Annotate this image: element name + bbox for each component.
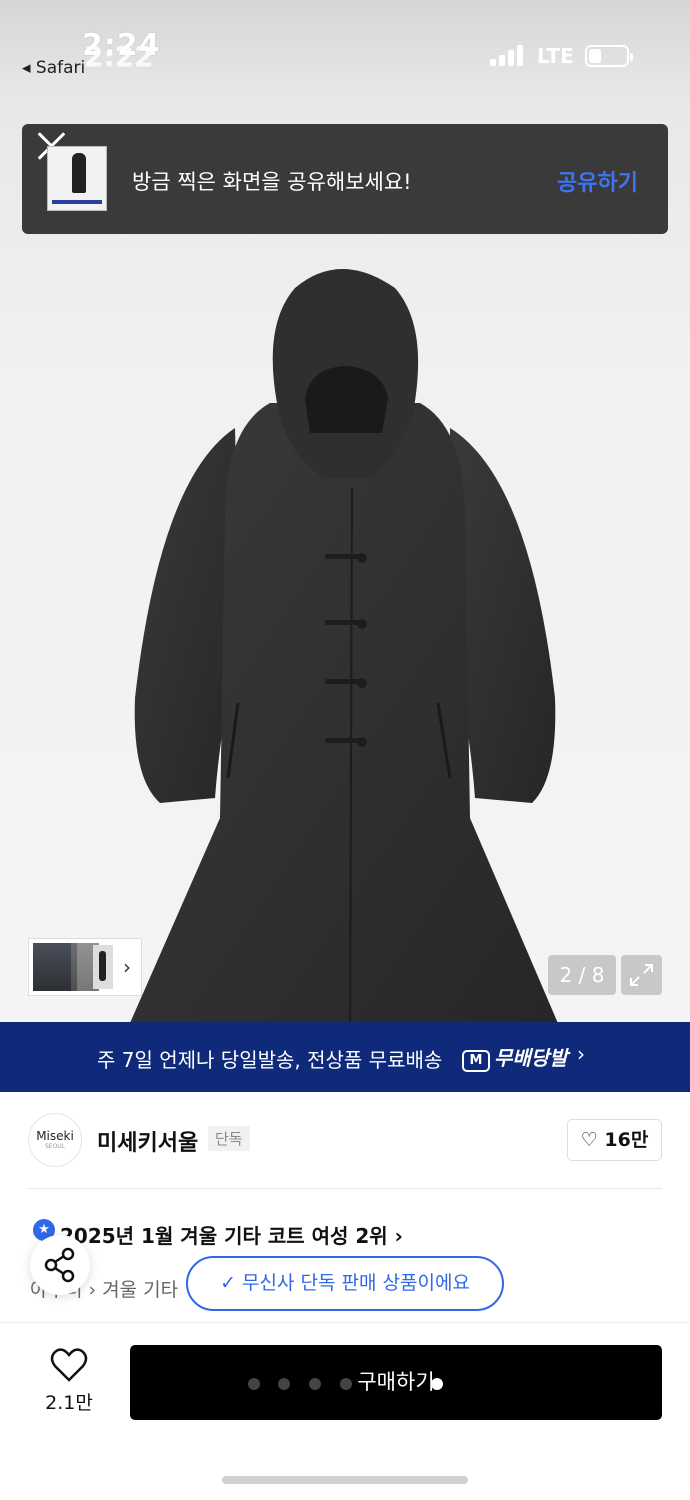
exclusive-toast: ✓ 무신사 단독 판매 상품이에요 — [186, 1256, 504, 1311]
wishlist-count: 2.1만 — [45, 1392, 93, 1414]
delivery-truck-icon: M — [462, 1050, 490, 1072]
brand-name[interactable]: 미세키서울 — [97, 1125, 198, 1157]
thumbnail-strip[interactable]: › — [28, 938, 142, 996]
brand-logo-text: Miseki — [36, 1129, 74, 1143]
chevron-right-icon: › — [577, 1042, 585, 1066]
ranking-link[interactable]: 2025년 1월 겨울 기타 코트 여성 2위 › — [60, 1220, 403, 1249]
back-to-safari-link[interactable]: ◂ Safari — [22, 58, 85, 78]
delivery-badge-label: 무배당발 — [494, 1046, 568, 1070]
share-button[interactable]: 공유하기 — [557, 165, 638, 197]
status-time-overlay: 2:22 — [84, 40, 154, 73]
expand-icon — [630, 964, 653, 986]
delivery-text: 주 7일 언제나 당일발송, 전상품 무료배송 — [97, 1048, 443, 1072]
brand-like-button[interactable]: ♡ 16만 — [567, 1119, 662, 1161]
screenshot-share-banner: 방금 찍은 화면을 공유해보세요! 공유하기 — [22, 124, 668, 234]
brand-logo-sub: SEOUL — [44, 1143, 66, 1150]
brand-like-count: 16만 — [604, 1129, 649, 1151]
divider — [28, 1188, 662, 1189]
share-floating-button[interactable] — [30, 1235, 90, 1295]
banner-message: 방금 찍은 화면을 공유해보세요! — [132, 170, 412, 194]
network-type: LTE — [537, 44, 574, 68]
brand-logo[interactable]: Miseki SEOUL — [28, 1113, 82, 1167]
delivery-promo-bar[interactable]: 주 7일 언제나 당일발송, 전상품 무료배송 M 무배당발 › — [0, 1022, 690, 1092]
image-counter: 2 / 8 — [548, 955, 616, 995]
chevron-right-icon: › — [123, 955, 131, 979]
battery-icon — [585, 45, 633, 67]
share-icon — [44, 1247, 75, 1283]
cellular-signal-icon — [490, 44, 526, 66]
status-bar: 2:24 2:22 ◂ Safari LTE — [0, 0, 690, 100]
heart-icon[interactable] — [50, 1347, 88, 1383]
exclusive-badge: 단독 — [208, 1126, 250, 1151]
screenshot-thumbnail[interactable] — [47, 146, 107, 211]
product-image — [130, 269, 560, 1049]
buy-button[interactable]: 구매하기 — [130, 1345, 662, 1420]
expand-image-button[interactable] — [621, 955, 662, 995]
product-image-gallery[interactable]: › 2 / 8 — [0, 100, 690, 1049]
delivery-badge: M 무배당발 — [462, 1042, 568, 1072]
home-indicator[interactable] — [222, 1476, 468, 1484]
heart-icon: ♡ — [580, 1129, 598, 1151]
